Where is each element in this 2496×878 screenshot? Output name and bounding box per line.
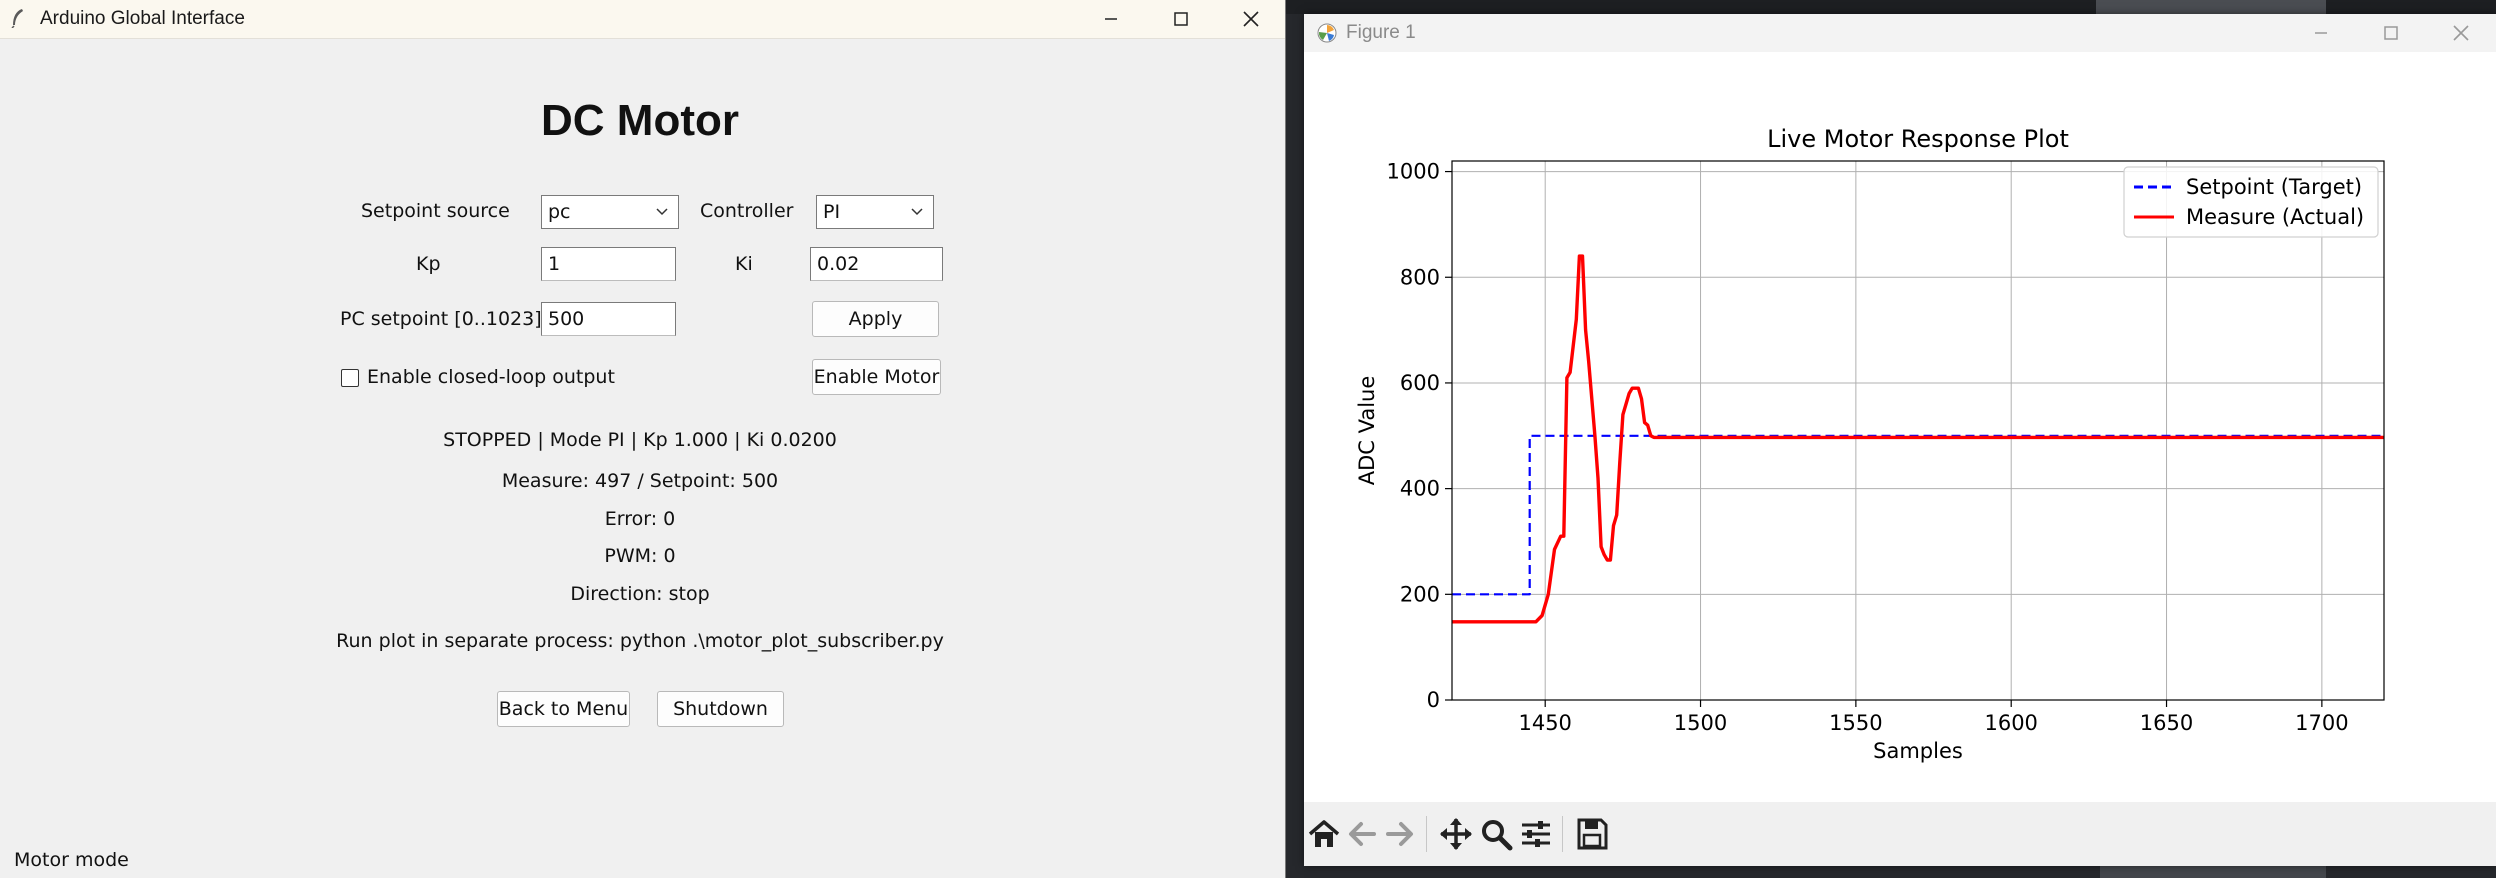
zoom-icon[interactable] bbox=[1478, 816, 1514, 852]
titlebar: Arduino Global Interface bbox=[0, 0, 1285, 39]
close-icon bbox=[1243, 11, 1259, 27]
y-axis-label: ADC Value bbox=[1355, 376, 1379, 486]
pc-setpoint-input[interactable]: 500 bbox=[541, 302, 676, 336]
pwm-line: PWM: 0 bbox=[604, 545, 676, 567]
chart-title: Live Motor Response Plot bbox=[1767, 125, 2069, 153]
figure-titlebar: Figure 1 bbox=[1304, 14, 2496, 52]
navigation-toolbar bbox=[1304, 802, 2496, 866]
home-icon[interactable] bbox=[1306, 816, 1342, 852]
forward-arrow-icon[interactable] bbox=[1382, 816, 1418, 852]
y-tick-label: 800 bbox=[1400, 265, 1440, 289]
close-button[interactable] bbox=[1216, 0, 1286, 38]
pc-setpoint-label: PC setpoint [0..1023] bbox=[340, 308, 542, 330]
measure-series-line bbox=[1452, 254, 2384, 624]
arduino-global-interface-window: Arduino Global Interface DC Motor Setpoi… bbox=[0, 0, 1286, 878]
back-to-menu-button[interactable]: Back to Menu bbox=[497, 691, 630, 727]
figure-maximize-button[interactable] bbox=[2356, 14, 2426, 52]
setpoint-series-line bbox=[1452, 434, 2384, 596]
ki-input[interactable]: 0.02 bbox=[810, 247, 943, 281]
minimize-button[interactable] bbox=[1076, 0, 1146, 38]
background-window-fragment bbox=[2100, 864, 2326, 878]
close-icon bbox=[2453, 25, 2469, 41]
x-tick-label: 1650 bbox=[2140, 711, 2193, 735]
figure-window: Figure 1 1450 1500 1550 1600 1650 1700 0 200 400… bbox=[1304, 14, 2496, 866]
controller-value: PI bbox=[823, 201, 841, 223]
error-line: Error: 0 bbox=[604, 508, 676, 530]
apply-button[interactable]: Apply bbox=[812, 301, 939, 337]
feather-icon bbox=[11, 9, 23, 28]
motor-response-chart[interactable]: 1450 1500 1550 1600 1650 1700 0 200 400 600 800 100… bbox=[1304, 52, 2496, 802]
y-tick-label: 0 bbox=[1427, 688, 1440, 712]
maximize-button[interactable] bbox=[1146, 0, 1216, 38]
plot-hint-line: Run plot in separate process: python .\m… bbox=[336, 630, 944, 652]
x-tick-label: 1700 bbox=[2295, 711, 2348, 735]
data-layer bbox=[1452, 254, 2384, 624]
y-tick-label: 1000 bbox=[1387, 160, 1440, 184]
controller-label: Controller bbox=[700, 200, 794, 222]
status-bar-text: Motor mode bbox=[14, 849, 129, 871]
enable-closed-loop-checkbox[interactable] bbox=[341, 369, 359, 387]
toolbar-separator bbox=[1426, 816, 1427, 852]
x-tick-label: 1600 bbox=[1984, 711, 2037, 735]
kp-label: Kp bbox=[416, 253, 441, 275]
measure-line: Measure: 497 / Setpoint: 500 bbox=[501, 470, 779, 492]
window-title: Arduino Global Interface bbox=[40, 8, 245, 29]
figure-close-button[interactable] bbox=[2426, 14, 2496, 52]
x-axis-label: Samples bbox=[1873, 739, 1963, 763]
minimize-icon bbox=[2315, 32, 2327, 34]
controller-combobox[interactable]: PI bbox=[816, 195, 934, 229]
toolbar-separator bbox=[1562, 816, 1563, 852]
matplotlib-logo-icon bbox=[1317, 23, 1337, 43]
back-arrow-icon[interactable] bbox=[1344, 816, 1380, 852]
shutdown-button[interactable]: Shutdown bbox=[657, 691, 784, 727]
y-tick-label: 600 bbox=[1400, 371, 1440, 395]
tick-layer: 1450 1500 1550 1600 1650 1700 0 200 400 600 800 100… bbox=[1387, 160, 2349, 735]
configure-subplots-icon[interactable] bbox=[1518, 816, 1554, 852]
chevron-down-icon bbox=[656, 208, 668, 216]
background-window-fragment bbox=[2096, 0, 2326, 14]
maximize-icon bbox=[2384, 26, 2398, 40]
setpoint-source-value: pc bbox=[548, 201, 571, 223]
figure-minimize-button[interactable] bbox=[2286, 14, 2356, 52]
direction-line: Direction: stop bbox=[570, 583, 710, 605]
ki-label: Ki bbox=[735, 253, 753, 275]
pan-icon[interactable] bbox=[1438, 816, 1474, 852]
setpoint-source-combobox[interactable]: pc bbox=[541, 195, 679, 229]
y-tick-label: 400 bbox=[1400, 477, 1440, 501]
figure-title: Figure 1 bbox=[1346, 22, 1416, 43]
enable-closed-loop-label[interactable]: Enable closed-loop output bbox=[367, 366, 615, 388]
setpoint-source-label: Setpoint source bbox=[361, 200, 510, 222]
grid-layer bbox=[1452, 161, 2384, 701]
enable-motor-button[interactable]: Enable Motor bbox=[812, 359, 941, 395]
legend-label-measure: Measure (Actual) bbox=[2186, 205, 2364, 229]
y-tick-label: 200 bbox=[1400, 582, 1440, 606]
x-tick-label: 1500 bbox=[1674, 711, 1727, 735]
maximize-icon bbox=[1174, 12, 1188, 26]
legend: Setpoint (Target) Measure (Actual) bbox=[2123, 166, 2379, 238]
chevron-down-icon bbox=[911, 208, 923, 216]
minimize-icon bbox=[1105, 18, 1117, 20]
status-line: STOPPED | Mode PI | Kp 1.000 | Ki 0.0200 bbox=[443, 429, 837, 451]
page-title: DC Motor bbox=[541, 96, 739, 145]
axes-frame bbox=[1451, 160, 2385, 701]
x-tick-label: 1450 bbox=[1518, 711, 1571, 735]
x-tick-label: 1550 bbox=[1829, 711, 1882, 735]
legend-label-setpoint: Setpoint (Target) bbox=[2186, 175, 2362, 199]
save-icon[interactable] bbox=[1574, 816, 1610, 852]
kp-input[interactable]: 1 bbox=[541, 247, 676, 281]
